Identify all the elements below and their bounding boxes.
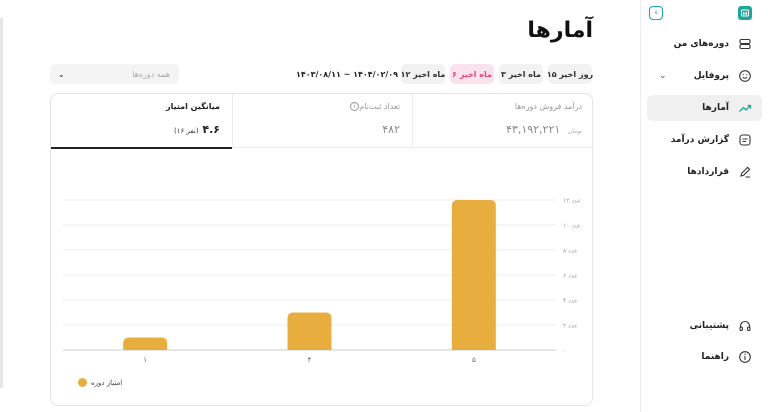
trending-up-icon: [738, 101, 752, 115]
sidebar: ‹ دوره‌های من ⌄ پروفایل آمارها گزارش درآ…: [640, 0, 768, 412]
y-tick-label: ۶ عدد: [563, 273, 578, 280]
y-tick-label: ۲ عدد: [563, 323, 578, 330]
period-chip-3-months[interactable]: ۳ ماه اخیر: [499, 64, 543, 84]
stat-value: (۱۶ نفر) ۴.۶: [170, 123, 220, 136]
y-tick-label: ۸ عدد: [563, 248, 578, 255]
stat-title: درآمد فروش دوره‌ها: [514, 102, 582, 111]
x-tick-label: ۴: [308, 356, 312, 364]
sidebar-item-label: آمارها: [702, 103, 729, 113]
sidebar-item-label: دوره‌های من: [673, 39, 729, 49]
stack-icon: [738, 37, 752, 51]
pen-icon: [738, 165, 752, 179]
period-chip-6-months[interactable]: ۶ ماه اخیر: [450, 64, 494, 84]
smile-face-icon: [738, 69, 752, 83]
period-chip-12-months[interactable]: ۱۲ ماه اخیر: [401, 64, 445, 84]
period-chip-15-days[interactable]: ۱۵ روز اخیر: [547, 64, 593, 84]
x-tick-label: ۵: [472, 356, 476, 364]
chart-legend: امتیاز دوره: [78, 378, 122, 387]
stats-tabs: درآمد فروش دوره‌ها تومان ۴۳,۱۹۲,۲۲۱ i تع…: [51, 94, 592, 149]
chevron-down-icon[interactable]: ⌄: [659, 71, 667, 81]
course-select[interactable]: ⌄ همه دوره‌ها: [50, 64, 179, 84]
stat-title: میانگین امتیاز: [166, 102, 220, 111]
headphones-icon: [738, 319, 752, 333]
enrollments-value: ۴۸۲: [382, 123, 400, 136]
sidebar-item-contracts[interactable]: قراردادها: [647, 159, 762, 185]
chevron-down-icon: ⌄: [58, 69, 65, 79]
page-title: آمارها: [527, 18, 593, 43]
sidebar-item-label: گزارش درآمد: [670, 135, 729, 145]
sidebar-item-stats[interactable]: آمارها: [647, 95, 762, 121]
stat-unit: تومان: [567, 128, 582, 135]
stats-card: درآمد فروش دوره‌ها تومان ۴۳,۱۹۲,۲۲۱ i تع…: [50, 93, 593, 406]
rating-value: ۴.۶: [202, 123, 220, 136]
stat-divider: [232, 94, 233, 148]
bar: [451, 200, 496, 350]
stat-tab-enrollments[interactable]: i تعداد ثبت‌نام ۴۸۲: [232, 94, 412, 148]
rating-count: (۱۶ نفر): [173, 127, 199, 135]
sidebar-item-my-courses[interactable]: دوره‌های من: [647, 31, 762, 57]
date-range-picker[interactable]: ۱۴۰۳/۰۸/۱۱ ~ ۱۴۰۴/۰۲/۰۹: [296, 64, 398, 84]
sidebar-item-income-report[interactable]: گزارش درآمد: [647, 127, 762, 153]
sidebar-item-label: قراردادها: [687, 167, 729, 177]
y-tick-label: ۴ عدد: [563, 298, 578, 305]
app-logo-icon: [738, 6, 752, 20]
collapse-sidebar-button[interactable]: ‹: [649, 6, 663, 20]
sidebar-item-label: پروفایل: [693, 71, 729, 81]
course-select-value: همه دوره‌ها: [132, 69, 170, 79]
stat-tab-revenue[interactable]: درآمد فروش دوره‌ها تومان ۴۳,۱۹۲,۲۲۱: [412, 94, 592, 148]
sidebar-item-label: راهنما: [701, 352, 729, 362]
enrollments-title: تعداد ثبت‌نام: [359, 102, 400, 111]
stat-divider: [412, 94, 413, 148]
revenue-value: ۴۳,۱۹۲,۲۲۱: [506, 123, 561, 136]
info-icon: [738, 350, 752, 364]
legend-swatch: [78, 378, 87, 387]
stat-value: تومان ۴۳,۱۹۲,۲۲۱: [506, 123, 582, 136]
report-icon: [738, 133, 752, 147]
bar: [287, 312, 332, 350]
sidebar-item-support[interactable]: پشتیبانی: [647, 313, 762, 339]
info-icon[interactable]: i: [350, 102, 360, 111]
x-tick-label: ۱: [143, 356, 147, 364]
y-tick-label: ۱۰ عدد: [563, 223, 581, 230]
sidebar-item-label: پشتیبانی: [689, 321, 729, 331]
stat-title: i تعداد ثبت‌نام: [346, 102, 400, 111]
sidebar-item-profile[interactable]: ⌄ پروفایل: [647, 63, 762, 89]
y-tick-label: ۱۲ عدد: [563, 198, 581, 205]
sidebar-item-help[interactable]: راهنما: [647, 344, 762, 370]
left-scroll-strip: [0, 18, 3, 388]
bar: [123, 337, 168, 350]
rating-bar-chart: ۰ ۲ عدد ۴ عدد ۶ عدد ۸ عدد ۱۰ عدد ۱۲ عدد ۱ ۴ ۵: [63, 198, 581, 364]
stat-tab-rating[interactable]: میانگین امتیاز (۱۶ نفر) ۴.۶: [51, 94, 232, 149]
legend-label: امتیاز دوره: [91, 378, 123, 387]
y-tick-label: ۰: [563, 348, 566, 355]
